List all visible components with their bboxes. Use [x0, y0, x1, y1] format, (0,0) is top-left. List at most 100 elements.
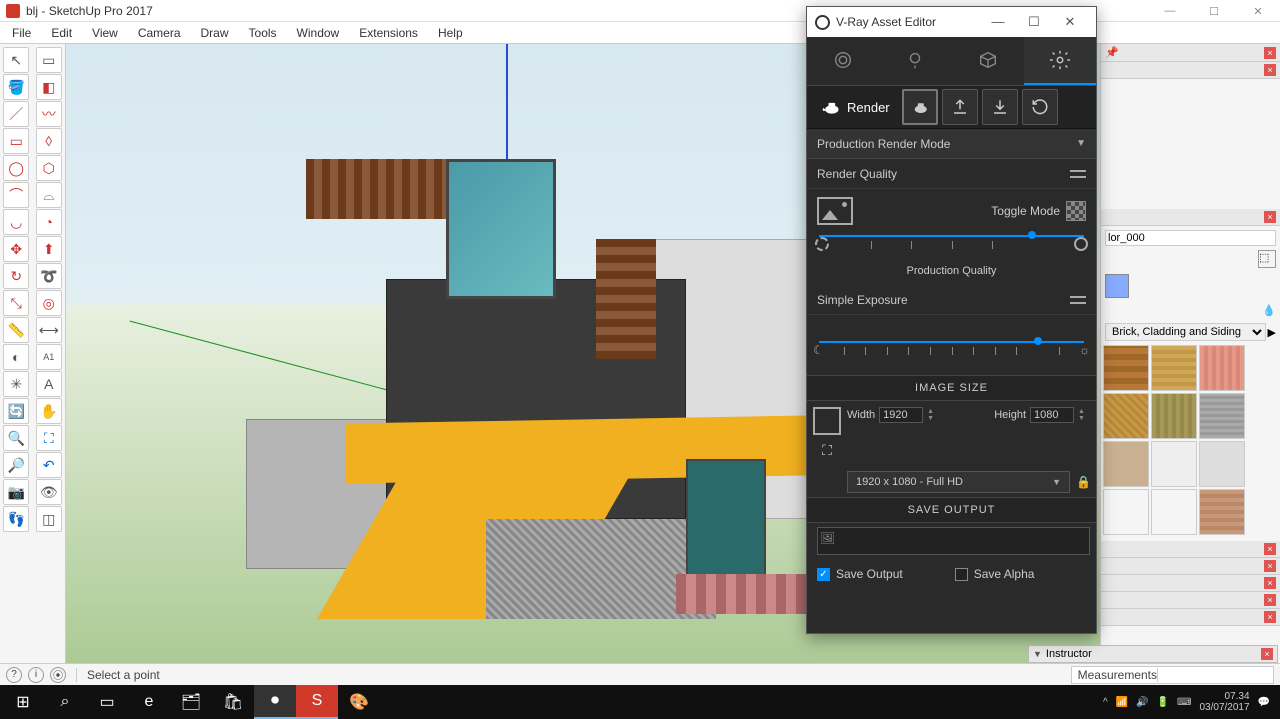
menu-window[interactable]: Window: [287, 24, 350, 42]
eyedropper-icon[interactable]: 💧: [1262, 304, 1276, 317]
tray-language-icon[interactable]: ⌨: [1177, 697, 1191, 708]
tray-volume-icon[interactable]: 🔊: [1136, 697, 1148, 708]
model-geometry[interactable]: [246, 139, 826, 619]
material-swatch[interactable]: [1151, 489, 1197, 535]
rotated-rect-tool[interactable]: ◊: [36, 128, 62, 154]
edge-taskbar-icon[interactable]: e: [128, 685, 170, 719]
width-up[interactable]: ▲: [927, 408, 939, 415]
width-down[interactable]: ▼: [927, 415, 939, 422]
zoom-window-tool[interactable]: 🔎: [3, 452, 29, 478]
toggle-mode-button[interactable]: [1066, 201, 1086, 221]
vray-settings-tab[interactable]: [1024, 37, 1096, 85]
vray-materials-tab[interactable]: [807, 37, 879, 85]
paint-taskbar-icon[interactable]: 🎨: [338, 685, 380, 719]
material-category-select[interactable]: Brick, Cladding and Siding: [1105, 323, 1266, 341]
arc-tool[interactable]: ⌒: [3, 182, 29, 208]
export-button[interactable]: [942, 89, 978, 125]
record-taskbar-icon[interactable]: ⏺: [254, 685, 296, 719]
category-nav-icon[interactable]: ▶: [1268, 326, 1276, 339]
vray-titlebar[interactable]: V-Ray Asset Editor — ☐ ✕: [807, 7, 1096, 37]
main-maximize-button[interactable]: ☐: [1192, 0, 1236, 22]
offset-tool[interactable]: ◎: [36, 290, 62, 316]
height-input[interactable]: [1030, 407, 1074, 423]
main-close-button[interactable]: ✕: [1236, 0, 1280, 22]
material-swatch[interactable]: [1199, 345, 1245, 391]
measurements-input[interactable]: [1157, 668, 1267, 682]
3dtext-tool[interactable]: A: [36, 371, 62, 397]
sketchup-taskbar-icon[interactable]: S: [296, 685, 338, 719]
pushpull-tool[interactable]: ⬆: [36, 236, 62, 262]
material-swatch[interactable]: [1103, 345, 1149, 391]
resolution-lock-icon[interactable]: 🔒: [1076, 475, 1090, 489]
freehand-tool[interactable]: 〰: [36, 101, 62, 127]
height-down[interactable]: ▼: [1078, 415, 1090, 422]
vray-close-button[interactable]: ✕: [1052, 14, 1088, 30]
menu-draw[interactable]: Draw: [191, 24, 239, 42]
rectangle-tool[interactable]: ▭: [3, 128, 29, 154]
orbit-tool[interactable]: 🔄: [3, 398, 29, 424]
menu-edit[interactable]: Edit: [41, 24, 82, 42]
tray-expand-icon[interactable]: ^: [1103, 697, 1108, 708]
menu-extensions[interactable]: Extensions: [349, 24, 428, 42]
material-create-icon[interactable]: ⬚: [1258, 250, 1276, 268]
tray-network-icon[interactable]: 📶: [1116, 697, 1128, 708]
pie-tool[interactable]: ◔: [36, 209, 62, 235]
pan-tool[interactable]: ✋: [36, 398, 62, 424]
quality-preview-icon[interactable]: [817, 197, 853, 225]
2pt-arc-tool[interactable]: ⌓: [36, 182, 62, 208]
height-up[interactable]: ▲: [1078, 408, 1090, 415]
menu-view[interactable]: View: [82, 24, 128, 42]
move-tool[interactable]: ✥: [3, 236, 29, 262]
component-tool[interactable]: ▭: [36, 47, 62, 73]
panel-close-6[interactable]: ×: [1264, 594, 1276, 606]
panel-close-5[interactable]: ×: [1264, 577, 1276, 589]
zoom-tool[interactable]: 🔍: [3, 425, 29, 451]
main-minimize-button[interactable]: —: [1148, 0, 1192, 22]
task-view-button[interactable]: ▭: [86, 685, 128, 719]
polygon-tool[interactable]: ⬡: [36, 155, 62, 181]
vray-geometry-tab[interactable]: [952, 37, 1024, 85]
tray-pin-icon[interactable]: 📌: [1105, 46, 1119, 59]
panel-close-3[interactable]: ×: [1264, 543, 1276, 555]
geo-icon[interactable]: ⦿: [50, 667, 66, 683]
position-camera-tool[interactable]: 📷: [3, 479, 29, 505]
interactive-render-button[interactable]: [902, 89, 938, 125]
3pt-arc-tool[interactable]: ◡: [3, 209, 29, 235]
menu-camera[interactable]: Camera: [128, 24, 191, 42]
material-swatch[interactable]: [1103, 489, 1149, 535]
exposure-slider[interactable]: ☾ ☼: [817, 337, 1086, 367]
explorer-taskbar-icon[interactable]: 🗂: [170, 685, 212, 719]
resolution-preset-dropdown[interactable]: 1920 x 1080 - Full HD ▼: [847, 471, 1070, 493]
material-swatch[interactable]: [1199, 489, 1245, 535]
panel-close-2[interactable]: ×: [1264, 211, 1276, 223]
material-swatch[interactable]: [1103, 393, 1149, 439]
protractor-tool[interactable]: ◐: [3, 344, 29, 370]
look-around-tool[interactable]: 👁: [36, 479, 62, 505]
user-icon[interactable]: i: [28, 667, 44, 683]
dimension-tool[interactable]: ⟷: [36, 317, 62, 343]
walk-tool[interactable]: 👣: [3, 506, 29, 532]
safe-frame-icon[interactable]: ⛶: [816, 439, 838, 461]
material-preview-swatch[interactable]: [1105, 274, 1129, 298]
panel-close-7[interactable]: ×: [1264, 611, 1276, 623]
quality-slider[interactable]: [817, 231, 1086, 261]
rotate-tool[interactable]: ↻: [3, 263, 29, 289]
previous-tool[interactable]: ↶: [36, 452, 62, 478]
followme-tool[interactable]: ➰: [36, 263, 62, 289]
store-taskbar-icon[interactable]: 🛍: [212, 685, 254, 719]
tray-battery-icon[interactable]: 🔋: [1157, 697, 1169, 708]
aspect-lock-icon[interactable]: [813, 407, 841, 435]
section-tool[interactable]: ◫: [36, 506, 62, 532]
panel-close-1[interactable]: ×: [1264, 64, 1276, 76]
notifications-icon[interactable]: 💬: [1258, 697, 1270, 708]
material-swatch[interactable]: [1151, 441, 1197, 487]
material-name-input[interactable]: [1105, 230, 1276, 246]
settings-sliders-icon[interactable]: [1070, 168, 1086, 180]
vray-minimize-button[interactable]: —: [980, 14, 1016, 30]
scale-tool[interactable]: ⤡: [3, 290, 29, 316]
render-quality-header[interactable]: Render Quality: [807, 159, 1096, 189]
save-output-path[interactable]: 🖼: [817, 527, 1090, 555]
vray-maximize-button[interactable]: ☐: [1016, 14, 1052, 30]
menu-help[interactable]: Help: [428, 24, 473, 42]
paint-tool[interactable]: 🪣: [3, 74, 29, 100]
